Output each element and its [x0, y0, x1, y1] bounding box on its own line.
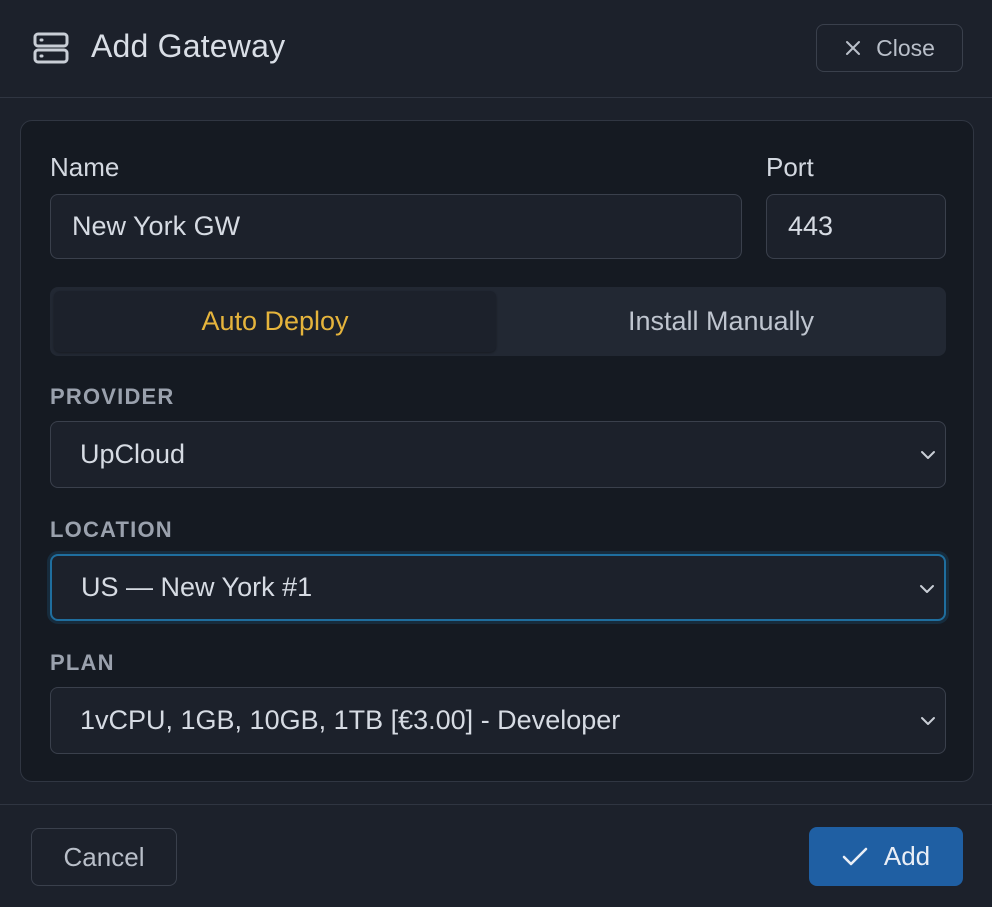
close-button[interactable]: Close — [816, 24, 963, 72]
server-icon — [33, 32, 69, 64]
close-icon — [846, 41, 861, 55]
provider-label: PROVIDER — [50, 384, 175, 409]
tab-auto-deploy[interactable]: Auto Deploy — [54, 291, 496, 352]
add-button[interactable]: Add — [809, 827, 963, 886]
cancel-button[interactable]: Cancel — [31, 828, 177, 886]
location-value: US — New York #1 — [81, 572, 313, 602]
plan-value: 1vCPU, 1GB, 10GB, 1TB [€3.00] - Develope… — [80, 705, 621, 735]
add-gateway-dialog: Add Gateway Close Name New York GW Port … — [0, 0, 992, 907]
provider-value: UpCloud — [80, 439, 186, 469]
tab-install-manually[interactable]: Install Manually — [500, 291, 942, 352]
dialog-title: Add Gateway — [91, 28, 286, 64]
chevron-down-icon — [921, 451, 935, 459]
chevron-down-icon — [921, 717, 935, 725]
chevron-down-icon — [920, 585, 934, 593]
add-button-label: Add — [883, 841, 931, 871]
port-label: Port — [766, 152, 814, 182]
location-label: LOCATION — [50, 517, 173, 542]
name-input[interactable]: New York GW — [50, 194, 742, 259]
plan-label: PLAN — [50, 650, 115, 675]
port-input[interactable]: 443 — [766, 194, 946, 259]
plan-select[interactable]: 1vCPU, 1GB, 10GB, 1TB [€3.00] - Develope… — [50, 687, 946, 754]
provider-select[interactable]: UpCloud — [50, 421, 946, 488]
gateway-form: Name New York GW Port 443 Auto Deploy In… — [20, 120, 974, 782]
location-select[interactable]: US — New York #1 — [50, 554, 946, 621]
dialog-header: Add Gateway Close — [0, 0, 992, 98]
close-button-label: Close — [876, 34, 935, 61]
check-icon — [842, 847, 868, 865]
deploy-mode-toggle: Auto Deploy Install Manually — [50, 287, 946, 356]
name-label: Name — [50, 152, 120, 182]
dialog-footer: Cancel Add — [0, 804, 992, 907]
